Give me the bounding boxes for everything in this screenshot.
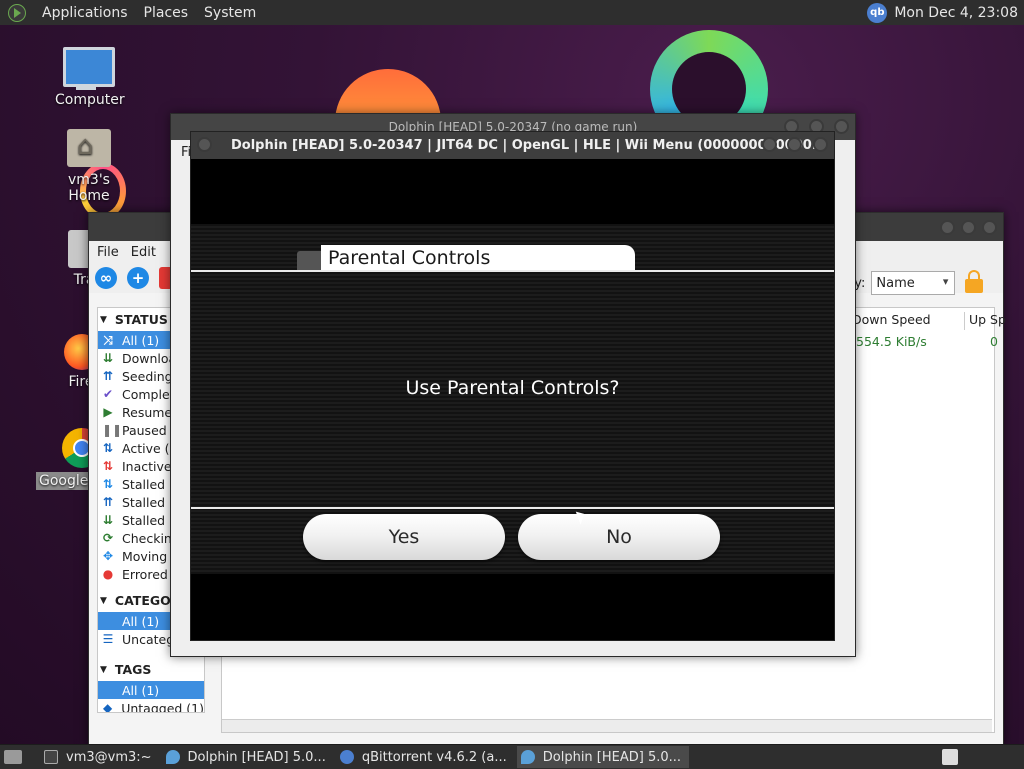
- stalled-down-icon: ⇊: [102, 513, 114, 527]
- menu-edit[interactable]: Edit: [131, 245, 156, 260]
- close-button[interactable]: [982, 219, 997, 235]
- error-icon: ●: [102, 567, 114, 581]
- terminal-icon: [44, 750, 58, 764]
- column-up-speed[interactable]: Up Sp: [965, 312, 1013, 330]
- minimize-button[interactable]: [940, 219, 955, 235]
- wii-tab-notch: [297, 251, 321, 271]
- seeding-icon: ⇈: [102, 369, 114, 383]
- add-link-icon[interactable]: ∞: [95, 267, 117, 289]
- no-button[interactable]: No: [518, 514, 720, 560]
- qbittorrent-icon: [339, 750, 354, 764]
- list-icon: ☰: [102, 632, 114, 646]
- wii-dialog-question: Use Parental Controls?: [405, 377, 620, 399]
- task-terminal[interactable]: vm3@vm3:~: [40, 746, 160, 768]
- maximize-button[interactable]: [961, 219, 976, 235]
- window-title: Dolphin [HEAD] 5.0-20347 | JIT64 DC | Op…: [231, 138, 827, 153]
- home-folder-icon: [67, 129, 111, 167]
- dolphin-render-titlebar[interactable]: Dolphin [HEAD] 5.0-20347 | JIT64 DC | Op…: [191, 132, 834, 159]
- applications-menu[interactable]: Applications: [42, 5, 128, 21]
- divider: [191, 507, 834, 509]
- status-filter-label: Errored (: [122, 566, 177, 582]
- qbittorrent-tray-icon[interactable]: qb: [867, 2, 888, 23]
- sort-control: by: Name: [846, 270, 984, 295]
- status-filter-label: Seeding: [122, 368, 173, 384]
- task-dolphin-render[interactable]: Dolphin [HEAD] 5.0...: [516, 746, 690, 768]
- maximize-button[interactable]: [787, 137, 803, 152]
- desktop-icon-home[interactable]: vm3's Home: [46, 129, 132, 205]
- torrent-list-header: Down Speed Up Sp: [848, 312, 1013, 330]
- system-menu[interactable]: System: [204, 5, 256, 21]
- desktop-icon-computer[interactable]: Computer: [52, 47, 126, 109]
- updown-red-icon: ⇅: [102, 459, 114, 473]
- status-filter-label: All (1): [122, 332, 160, 348]
- lock-icon[interactable]: [965, 270, 984, 293]
- updown-icon: ⇅: [102, 441, 114, 455]
- shuffle-icon: ⤨: [103, 332, 113, 347]
- column-down-speed[interactable]: Down Speed: [848, 312, 965, 330]
- status-filter-label: Inactive: [122, 458, 172, 474]
- task-qbittorrent[interactable]: qBittorrent v4.6.2 (a...: [336, 746, 515, 768]
- stalled-up-icon: ⇈: [102, 495, 114, 509]
- stalled-icon: ⇅: [102, 477, 114, 491]
- distro-logo-icon[interactable]: [8, 3, 26, 22]
- move-icon: ✥: [102, 549, 114, 563]
- dolphin-render-window: Dolphin [HEAD] 5.0-20347 | JIT64 DC | Op…: [190, 131, 835, 641]
- minimize-button[interactable]: [761, 137, 777, 152]
- yes-button[interactable]: Yes: [303, 514, 505, 560]
- close-button[interactable]: [834, 119, 849, 134]
- wii-dialog-title: Parental Controls: [321, 245, 635, 271]
- add-torrent-icon[interactable]: +: [127, 267, 149, 289]
- clock[interactable]: Mon Dec 4, 23:08: [894, 5, 1018, 21]
- desktop-icon-label: Computer: [55, 92, 125, 108]
- tags-section-header[interactable]: ▼ TAGS: [98, 658, 204, 681]
- computer-icon: [63, 47, 115, 90]
- status-filter-label: Stalled (: [122, 476, 174, 492]
- status-filter-label: Complet: [122, 386, 175, 402]
- main-menu: Applications Places System: [0, 3, 272, 22]
- task-dolphin-main[interactable]: Dolphin [HEAD] 5.0...: [162, 746, 334, 768]
- sort-value: Name: [876, 275, 915, 291]
- caret-down-icon: ▼: [100, 595, 107, 606]
- status-filter-label: Paused (: [122, 422, 176, 438]
- tag-untagged[interactable]: ◆ Untagged (1): [98, 699, 204, 713]
- caret-down-icon: ▼: [100, 314, 107, 325]
- workspace-switcher-icon[interactable]: [942, 749, 958, 765]
- places-menu[interactable]: Places: [144, 5, 189, 21]
- row-down-speed[interactable]: 554.5 KiB/s: [856, 334, 927, 349]
- taskbar: vm3@vm3:~ Dolphin [HEAD] 5.0... qBittorr…: [0, 744, 1024, 769]
- divider: [191, 270, 834, 272]
- status-filter-label: Downloa: [122, 350, 177, 366]
- download-icon: ⇊: [102, 351, 114, 365]
- refresh-icon: ⟳: [102, 531, 114, 545]
- wii-dialog-background: [191, 224, 834, 574]
- row-up-speed[interactable]: 0: [990, 334, 998, 349]
- window-menu-button[interactable]: [197, 137, 212, 152]
- show-desktop-icon[interactable]: [4, 750, 22, 764]
- sort-select[interactable]: Name: [871, 271, 956, 295]
- dolphin-icon: [520, 750, 535, 764]
- wii-screen[interactable]: Parental Controls Use Parental Controls?…: [191, 159, 834, 640]
- check-icon: ✔: [102, 387, 114, 401]
- close-button[interactable]: [813, 137, 828, 152]
- tag-icon: ◆: [102, 701, 113, 713]
- caret-down-icon: ▼: [100, 664, 107, 675]
- desktop-icon-label: Google: [36, 472, 90, 490]
- status-filter-label: Moving (: [122, 548, 177, 564]
- horizontal-scrollbar[interactable]: [222, 719, 992, 732]
- desktop-icon-chrome[interactable]: Google: [36, 428, 102, 490]
- pause-icon: ❚❚: [102, 423, 123, 437]
- menu-file[interactable]: File: [97, 245, 119, 260]
- desktop-icon-label: vm3's Home: [68, 172, 110, 204]
- tag-all[interactable]: All (1): [98, 681, 204, 699]
- dolphin-icon: [165, 750, 180, 764]
- system-tray: qb Mon Dec 4, 23:08: [867, 2, 1024, 23]
- top-panel: Applications Places System qb Mon Dec 4,…: [0, 0, 1024, 26]
- play-icon: ▶: [103, 405, 113, 419]
